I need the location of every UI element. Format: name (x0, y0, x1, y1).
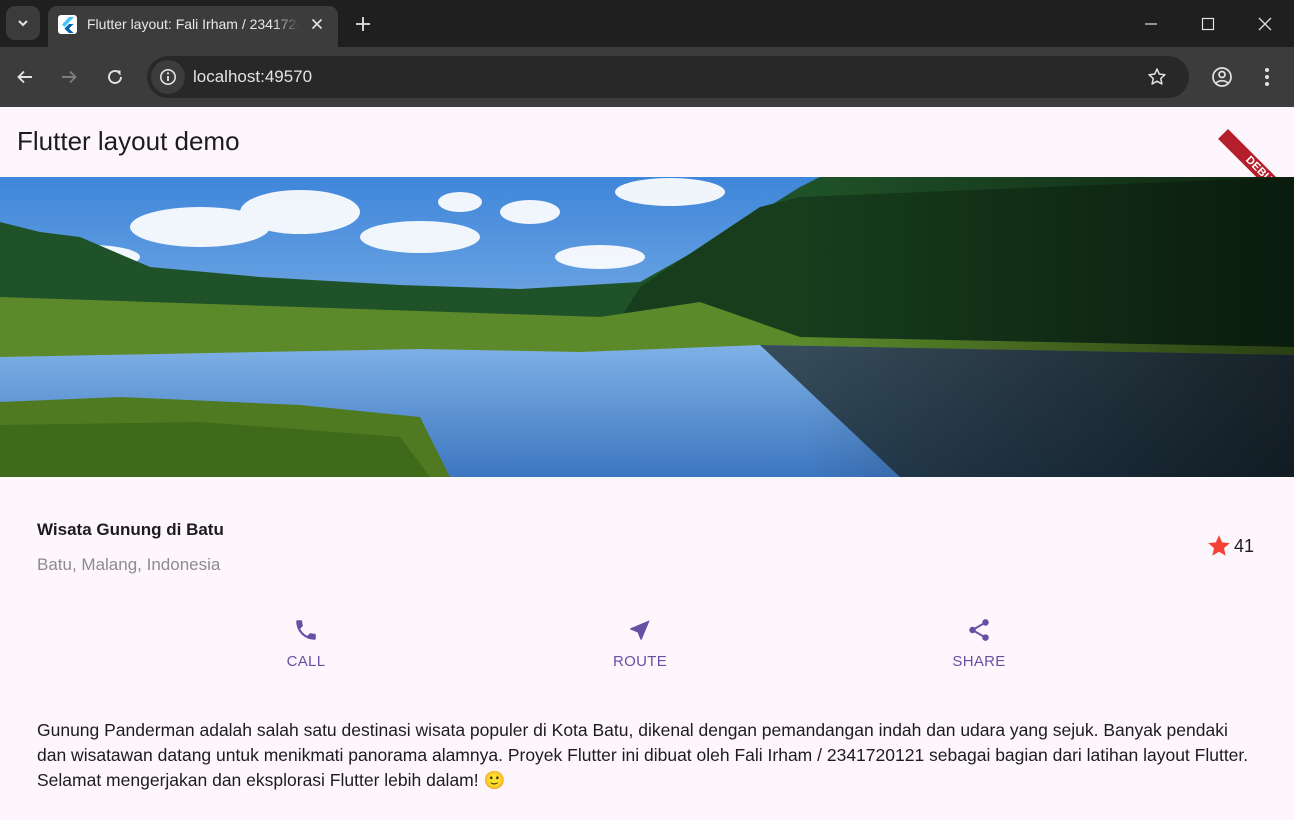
maximize-icon (1201, 17, 1215, 31)
app-bar-title: Flutter layout demo (17, 126, 240, 156)
forward-button[interactable] (55, 63, 83, 91)
maximize-button[interactable] (1192, 8, 1224, 40)
share-label: SHARE (952, 653, 1006, 670)
star-outline-icon (1148, 68, 1166, 85)
site-info-button[interactable] (151, 60, 185, 94)
browser-tab-strip: Flutter layout: Fali Irham / 2341720121 (0, 0, 1294, 47)
rating: 41 (1206, 533, 1254, 559)
chevron-down-icon (18, 20, 28, 27)
new-tab-button[interactable] (351, 12, 375, 36)
tab-close-button[interactable] (307, 14, 327, 34)
address-bar[interactable]: localhost:49570 (147, 56, 1189, 98)
close-icon (311, 18, 323, 30)
browser-menu-button[interactable] (1253, 63, 1281, 91)
close-icon (1258, 17, 1272, 31)
browser-toolbar: localhost:49570 (0, 47, 1294, 107)
near-me-icon (630, 620, 650, 640)
profile-icon (1212, 67, 1232, 87)
title-section: Wisata Gunung di Batu Batu, Malang, Indo… (37, 517, 1257, 587)
share-button[interactable]: SHARE (919, 617, 1039, 670)
flutter-app: Flutter layout demo DEBUG Wisata Gunung … (0, 107, 1294, 820)
profile-button[interactable] (1208, 63, 1236, 91)
browser-tab[interactable]: Flutter layout: Fali Irham / 2341720121 (48, 6, 338, 47)
place-location: Batu, Malang, Indonesia (37, 555, 221, 574)
route-button[interactable]: ROUTE (580, 617, 700, 670)
minimize-button[interactable] (1135, 8, 1167, 40)
route-label: ROUTE (613, 653, 667, 670)
call-label: CALL (286, 653, 326, 670)
reload-button[interactable] (101, 63, 129, 91)
arrow-left-icon (17, 70, 32, 84)
arrow-right-icon (62, 70, 77, 84)
rating-count: 41 (1233, 535, 1254, 556)
star-icon (1208, 535, 1230, 556)
call-button[interactable]: CALL (246, 617, 366, 670)
bookmark-button[interactable] (1145, 65, 1169, 89)
minimize-icon (1145, 23, 1157, 25)
phone-icon (296, 620, 316, 640)
description-text: Gunung Panderman adalah salah satu desti… (37, 720, 1249, 790)
place-name: Wisata Gunung di Batu (37, 520, 224, 539)
back-button[interactable] (11, 63, 39, 91)
info-icon (160, 69, 176, 85)
app-bar: Flutter layout demo (0, 107, 1294, 177)
flutter-logo-icon (58, 15, 77, 34)
url-text: localhost:49570 (193, 67, 313, 86)
more-vert-icon (1265, 68, 1269, 86)
plus-icon (356, 17, 370, 31)
reload-icon (108, 70, 122, 84)
tab-title: Flutter layout: Fali Irham / 2341720121 (87, 16, 299, 32)
hero-image (0, 177, 1294, 477)
tab-search-button[interactable] (6, 6, 40, 40)
share-icon (969, 619, 989, 641)
close-window-button[interactable] (1249, 8, 1281, 40)
